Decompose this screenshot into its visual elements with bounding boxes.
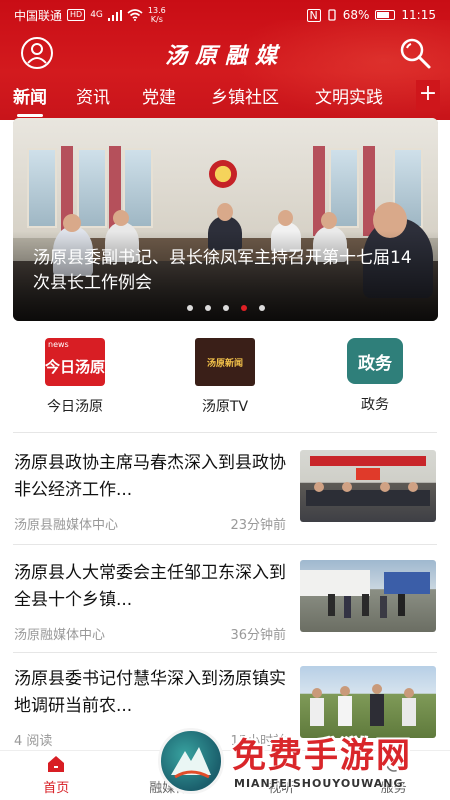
search-button[interactable] <box>398 36 432 70</box>
battery-percent: 68% <box>342 8 370 22</box>
divider <box>13 544 437 545</box>
news-item[interactable]: 汤原县人大常委会主任邹卫东深入到全县十个乡镇... 汤原融媒体中心 36分钟前 <box>14 560 438 648</box>
divider <box>13 652 437 653</box>
speed-value: 13.6 <box>147 6 166 15</box>
news-item[interactable]: 汤原县政协主席马春杰深入到县政协非公经济工作... 汤原县融媒体中心 23分钟前 <box>14 450 438 538</box>
nfc-icon: N <box>306 8 321 22</box>
logo-zw-text: 政务 <box>358 353 392 374</box>
search-icon <box>400 38 431 69</box>
news-source: 汤原县融媒体中心 <box>14 518 119 533</box>
wifi-icon <box>127 9 143 21</box>
battery-icon <box>375 10 396 20</box>
home-icon <box>48 756 65 772</box>
nav-home[interactable]: 首页 <box>0 751 113 800</box>
network-type: 4G <box>90 10 103 20</box>
news-thumbnail <box>300 560 436 632</box>
mountain-icon <box>171 747 211 779</box>
quick-entry-label: 今日汤原 <box>47 399 103 415</box>
nav-label: 首页 <box>43 781 70 796</box>
tab-civilization[interactable]: 文明实践 <box>315 83 383 113</box>
add-tab-button[interactable]: + <box>416 80 440 110</box>
carousel-dot[interactable] <box>186 305 193 311</box>
carousel-dot[interactable] <box>222 305 229 311</box>
carousel-dot[interactable] <box>204 305 211 311</box>
news-read-count: 4 阅读 <box>14 734 53 749</box>
carousel-dots <box>13 305 438 311</box>
quick-entry-jinri[interactable]: news 今日汤原 今日汤原 <box>0 332 150 422</box>
category-tabs: 新闻 资讯 党建 乡镇社区 文明实践 <box>0 80 450 117</box>
carrier-label: 中国联通 <box>14 8 63 23</box>
carousel-dot-active[interactable] <box>240 305 247 311</box>
tab-news[interactable]: 新闻 <box>13 83 47 117</box>
news-time: 23分钟前 <box>230 518 286 533</box>
banner-caption: 汤原县委副书记、县长徐凤军主持召开第十七届14次县长工作例会 <box>33 248 412 293</box>
news-title: 汤原县政协主席马春杰深入到县政协非公经济工作... <box>14 453 286 500</box>
app-title: 汤原融媒 <box>164 43 285 69</box>
clock: 11:15 <box>401 8 436 22</box>
jinri-tangyuan-logo: news 今日汤原 <box>45 338 105 386</box>
app-screen: 中国联通 HD 4G 13.6 K/s N 68% 11:15 汤原融媒 新闻 … <box>0 0 450 800</box>
quick-entry-label: 政务 <box>361 397 389 413</box>
tab-township[interactable]: 乡镇社区 <box>211 83 279 113</box>
title-bar: 汤原融媒 <box>0 30 450 76</box>
quick-entry-label: 汤原TV <box>201 399 249 415</box>
headline-banner[interactable]: 汤原县委副书记、县长徐凤军主持召开第十七届14次县长工作例会 <box>13 118 438 321</box>
tab-info[interactable]: 资讯 <box>76 83 110 113</box>
carousel-dot[interactable] <box>258 305 265 311</box>
watermark-logo-icon <box>158 728 224 794</box>
news-title: 汤原县人大常委会主任邹卫东深入到全县十个乡镇... <box>14 563 286 610</box>
watermark-overlay: 免费手游网 MIANFEISHOUYOUWANG <box>150 722 450 800</box>
tangyuan-tv-logo: 汤原新闻 <box>195 338 255 386</box>
news-time: 36分钟前 <box>230 628 286 643</box>
news-source: 汤原融媒体中心 <box>14 628 106 643</box>
tab-party[interactable]: 党建 <box>142 83 176 113</box>
quick-entry-tv[interactable]: 汤原新闻 汤原TV <box>150 332 300 422</box>
logo-tv-text: 汤原新闻 <box>206 358 243 369</box>
network-speed: 13.6 K/s <box>148 6 166 24</box>
news-title: 汤原县委书记付慧华深入到汤原镇实地调研当前农... <box>14 669 286 716</box>
divider <box>13 432 437 433</box>
logo-jinri-text: 今日汤原 <box>45 357 106 376</box>
quick-entry-zhengwu[interactable]: 政务 政务 <box>300 332 450 422</box>
watermark-text: 免费手游网 <box>232 736 412 776</box>
zhengwu-logo: 政务 <box>347 338 403 384</box>
vibrate-icon <box>328 9 336 21</box>
logo-news-text: news <box>48 340 69 349</box>
quick-entry-row: news 今日汤原 今日汤原 汤原新闻 汤原TV 政务 政务 <box>0 332 450 422</box>
news-thumbnail <box>300 450 436 522</box>
hd-badge: HD <box>67 9 86 21</box>
emblem-icon <box>209 160 237 188</box>
watermark-subtext: MIANFEISHOUYOUWANG <box>234 777 404 790</box>
speed-unit: K/s <box>150 15 163 24</box>
signal-icon <box>107 9 122 21</box>
status-bar: 中国联通 HD 4G 13.6 K/s N 68% 11:15 <box>0 0 450 30</box>
